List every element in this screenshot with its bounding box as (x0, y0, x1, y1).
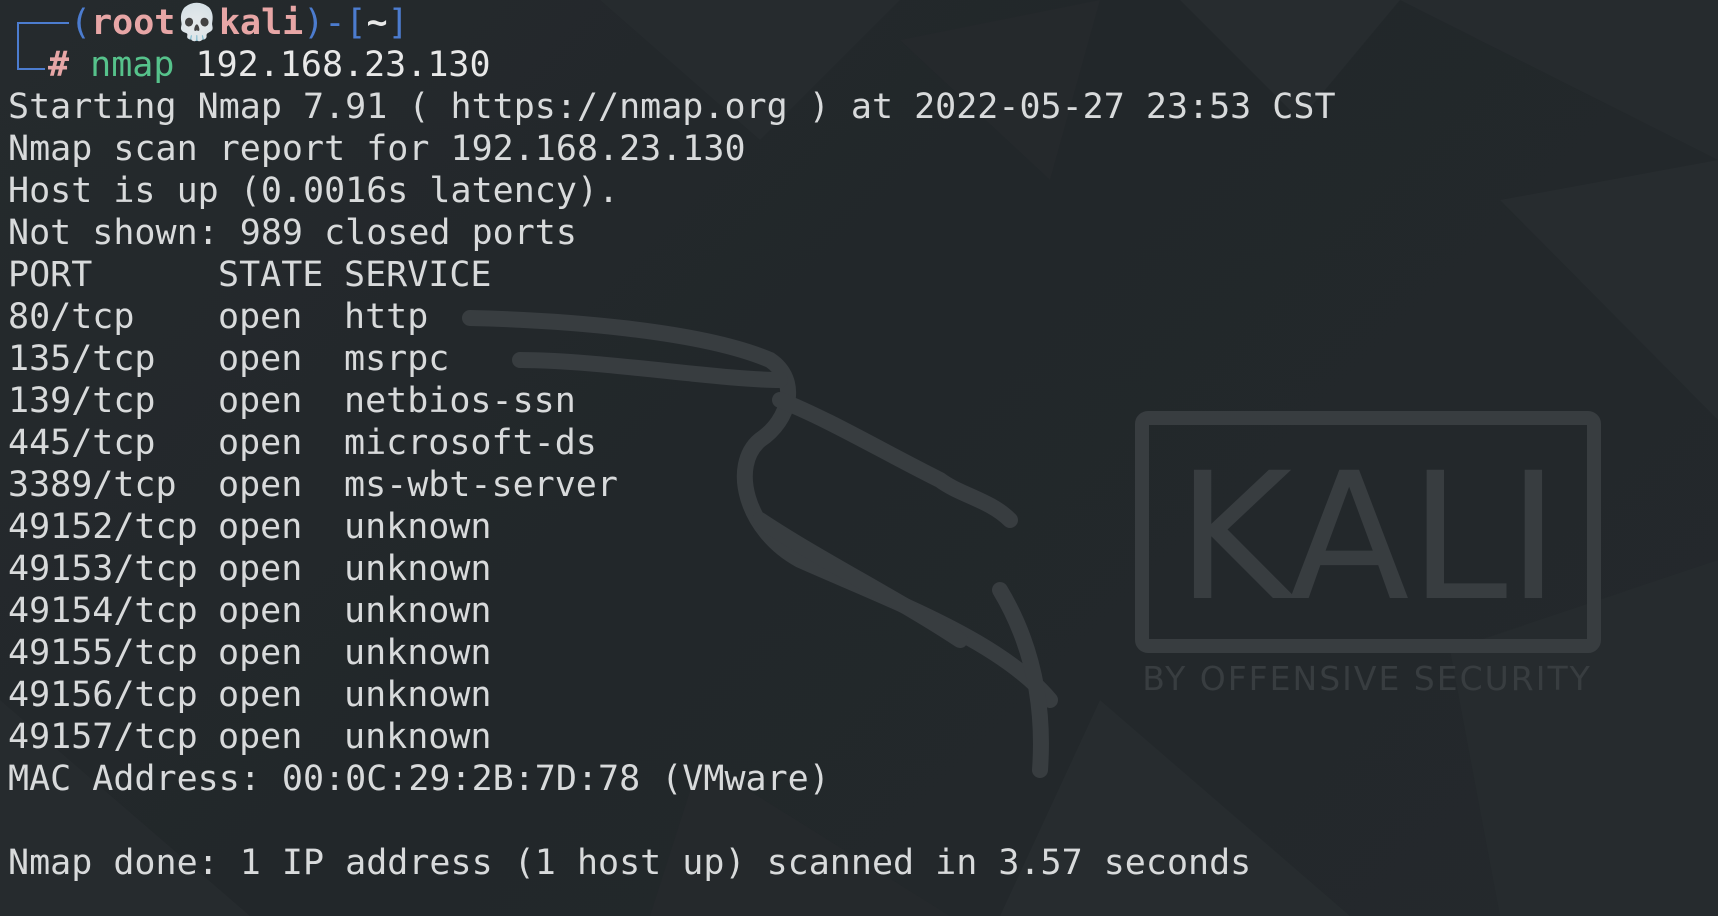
prompt-line: (root💀kali)-[~] (70, 3, 409, 43)
output-mac-address: MAC Address: 00:0C:29:2B:7D:78 (VMware) (8, 759, 830, 799)
output-host-up: Host is up (0.0016s latency). (8, 171, 620, 211)
port-row: 49155/tcp open unknown (8, 633, 492, 673)
terminal-output: (root💀kali)-[~] # nmap 192.168.23.130 St… (8, 2, 1336, 884)
port-row: 49157/tcp open unknown (8, 717, 492, 757)
command-line[interactable]: # nmap 192.168.23.130 (8, 44, 1336, 86)
prompt-host: kali (218, 3, 304, 43)
prompt-user: root (91, 3, 176, 43)
port-row: 49156/tcp open unknown (8, 675, 492, 715)
port-row: 139/tcp open netbios-ssn (8, 381, 576, 421)
output-starting: Starting Nmap 7.91 ( https://nmap.org ) … (8, 87, 1336, 127)
command-argument: 192.168.23.130 (195, 45, 491, 85)
port-row: 49152/tcp open unknown (8, 507, 492, 547)
port-table-header: PORT STATE SERVICE (8, 255, 492, 295)
output-report-for: Nmap scan report for 192.168.23.130 (8, 129, 746, 169)
terminal-window[interactable]: KALI BY OFFENSIVE SECURITY (root💀kali)-[… (0, 0, 1718, 916)
port-row: 49153/tcp open unknown (8, 549, 492, 589)
port-row: 445/tcp open microsoft-ds (8, 423, 597, 463)
prompt-hash: # (48, 45, 70, 85)
output-not-shown: Not shown: 989 closed ports (8, 213, 577, 253)
command-name: nmap (90, 45, 175, 85)
port-row: 3389/tcp open ms-wbt-server (8, 465, 618, 505)
port-row: 80/tcp open http (8, 297, 429, 337)
port-row: 135/tcp open msrpc (8, 339, 450, 379)
prompt-path: ~ (366, 3, 388, 43)
output-done: Nmap done: 1 IP address (1 host up) scan… (8, 843, 1252, 883)
port-row: 49154/tcp open unknown (8, 591, 492, 631)
skull-icon: 💀 (175, 3, 219, 43)
